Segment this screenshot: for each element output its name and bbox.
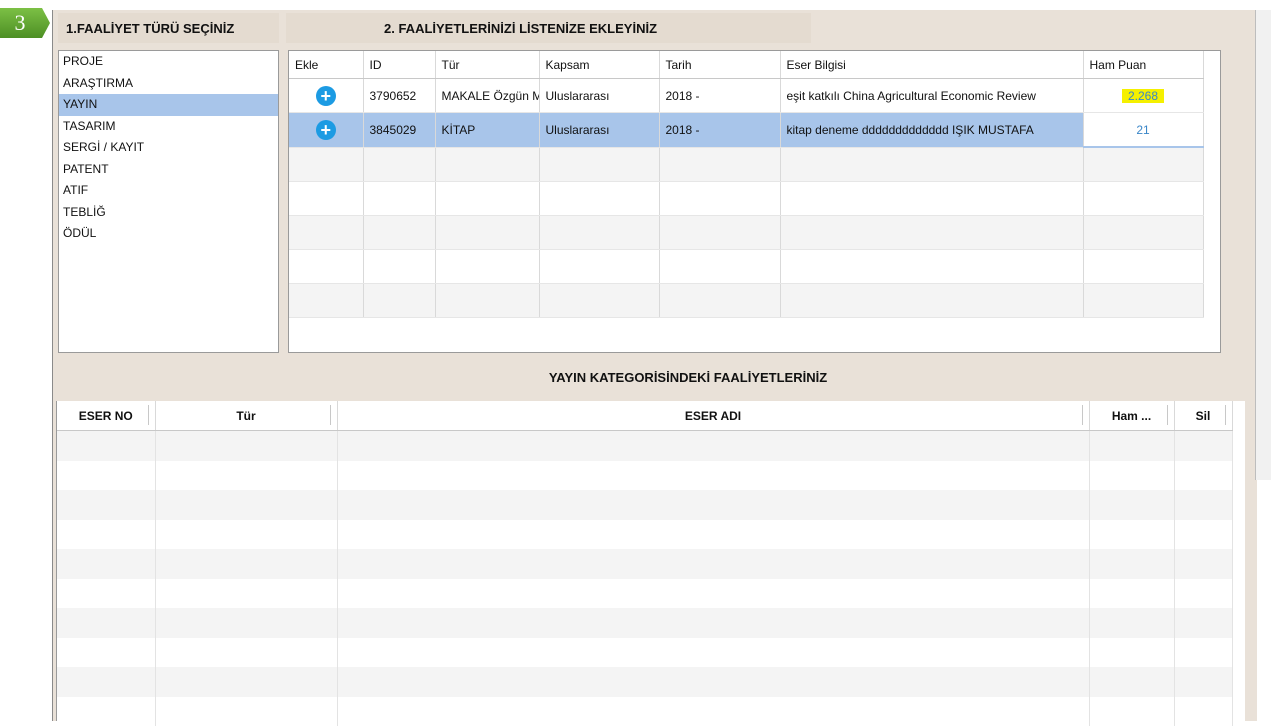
table-row [57, 667, 1232, 697]
category-item-teblig[interactable]: TEBLİĞ [59, 202, 278, 224]
col-header-ekle[interactable]: Ekle [289, 51, 363, 79]
category-list: PROJE ARAŞTIRMA YAYIN TASARIM SERGİ / KA… [58, 50, 279, 353]
table-row [57, 490, 1232, 520]
col-header-kapsam[interactable]: Kapsam [539, 51, 659, 79]
col-header-tarih[interactable]: Tarih [659, 51, 780, 79]
kapsam-cell: Uluslararası [539, 113, 659, 148]
bottom-section-title: YAYIN KATEGORİSİNDEKİ FAALİYETLERİNİZ [288, 370, 1088, 385]
section2-title: 2. FAALİYETLERİNİZİ LİSTENİZE EKLEYİNİZ [384, 21, 657, 36]
category-item-proje[interactable]: PROJE [59, 51, 278, 73]
table-row [289, 182, 1203, 216]
category-item-tasarim[interactable]: TASARIM [59, 116, 278, 138]
ham-puan-value: 2.268 [1122, 89, 1164, 103]
table-row [289, 216, 1203, 250]
tarih-cell: 2018 - [659, 79, 780, 113]
section1-title: 1.FAALİYET TÜRÜ SEÇİNİZ [66, 21, 234, 36]
col-header-eser-bilgisi[interactable]: Eser Bilgisi [780, 51, 1083, 79]
col-header-tur[interactable]: Tür [155, 401, 337, 431]
table-row [289, 284, 1203, 318]
table-row [57, 549, 1232, 579]
category-item-sergi-kayit[interactable]: SERGİ / KAYIT [59, 137, 278, 159]
table-row [57, 520, 1232, 550]
table-row [57, 431, 1232, 461]
tarih-cell: 2018 - [659, 113, 780, 148]
col-header-eser-no[interactable]: ESER NO [57, 401, 155, 431]
add-cell: + [289, 79, 363, 113]
category-item-yayin[interactable]: YAYIN [59, 94, 278, 116]
table-row [57, 697, 1232, 726]
eser-cell: kitap deneme ddddddddddddd IŞIK MUSTAFA [780, 113, 1083, 148]
category-item-odul[interactable]: ÖDÜL [59, 223, 278, 245]
category-item-atif[interactable]: ATIF [59, 180, 278, 202]
col-header-ham-puan[interactable]: Ham Puan [1083, 51, 1203, 79]
ham-puan-cell: 2.268 [1083, 79, 1203, 113]
col-header-tur[interactable]: Tür [435, 51, 539, 79]
table-row [289, 250, 1203, 284]
tur-cell: KİTAP [435, 113, 539, 148]
table-row [289, 147, 1203, 182]
col-header-id[interactable]: ID [363, 51, 435, 79]
table-row[interactable]: + 3790652 MAKALE Özgün Makale Uluslarara… [289, 79, 1203, 113]
col-header-sil[interactable]: Sil [1174, 401, 1232, 431]
activity-table: Ekle ID Tür Kapsam Tarih Eser Bilgisi Ha… [288, 50, 1221, 353]
category-item-arastirma[interactable]: ARAŞTIRMA [59, 73, 278, 95]
category-item-patent[interactable]: PATENT [59, 159, 278, 181]
section1-header: 1.FAALİYET TÜRÜ SEÇİNİZ [58, 13, 279, 43]
kapsam-cell: Uluslararası [539, 79, 659, 113]
ham-puan-cell: 21 [1083, 113, 1203, 148]
table-row [57, 638, 1232, 668]
id-cell: 3790652 [363, 79, 435, 113]
step-number: 3 [0, 8, 40, 38]
side-panel-edge [1255, 10, 1271, 480]
col-header-ham-puan[interactable]: Ham ... [1089, 401, 1174, 431]
add-cell: + [289, 113, 363, 148]
table-row[interactable]: + 3845029 KİTAP Uluslararası 2018 - kita… [289, 113, 1203, 148]
step-badge: 3 [0, 8, 50, 38]
section2-header: 2. FAALİYETLERİNİZİ LİSTENİZE EKLEYİNİZ [286, 13, 811, 43]
activity-header-row: Ekle ID Tür Kapsam Tarih Eser Bilgisi Ha… [289, 51, 1203, 79]
plus-circle-icon[interactable]: + [316, 120, 336, 140]
table-row [57, 461, 1232, 491]
plus-circle-icon[interactable]: + [316, 86, 336, 106]
eser-cell: eşit katkılı China Agricultural Economic… [780, 79, 1083, 113]
tur-cell: MAKALE Özgün Makale [435, 79, 539, 113]
table-row [57, 608, 1232, 638]
table-row [57, 579, 1232, 609]
yayin-activities-table: ESER NO Tür ESER ADI Ham ... Sil [56, 401, 1245, 721]
bottom-header-row: ESER NO Tür ESER ADI Ham ... Sil [57, 401, 1232, 431]
col-header-eser-adi[interactable]: ESER ADI [337, 401, 1089, 431]
id-cell: 3845029 [363, 113, 435, 148]
